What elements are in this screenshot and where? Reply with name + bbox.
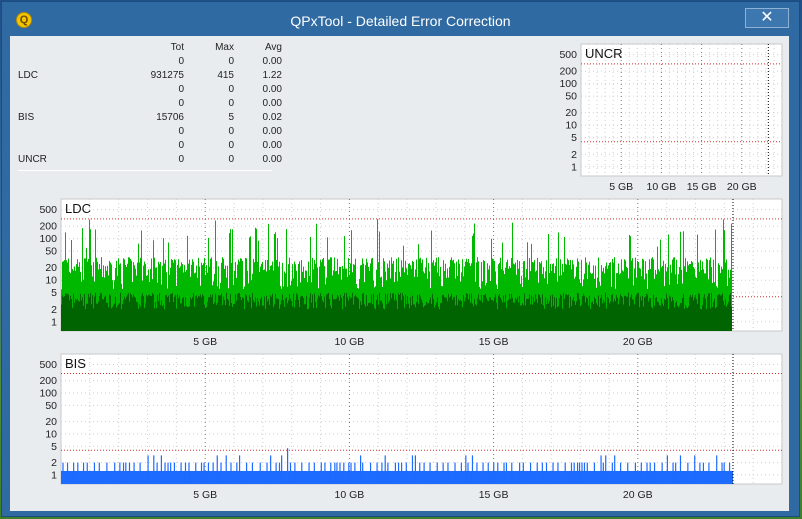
stats-row: 0 0 0.00 xyxy=(18,124,282,138)
chart-title: LDC xyxy=(65,201,91,216)
y-tick-label: 20 xyxy=(45,416,57,428)
x-tick-label: 15 GB xyxy=(479,489,509,501)
stats-max: 0 xyxy=(228,97,234,109)
x-tick-label: 10 GB xyxy=(647,181,677,193)
x-tick-label: 15 GB xyxy=(479,336,509,348)
y-tick-label: 5 xyxy=(51,287,57,299)
y-tick-label: 100 xyxy=(39,388,57,400)
y-tick-label: 500 xyxy=(559,49,577,61)
x-tick-label: 10 GB xyxy=(335,336,365,348)
y-tick-label: 100 xyxy=(39,233,57,245)
stats-avg: 0.02 xyxy=(262,111,282,123)
stats-label xyxy=(18,82,98,96)
stats-max: 0 xyxy=(228,83,234,95)
y-tick-label: 50 xyxy=(565,91,577,103)
stats-avg: 1.22 xyxy=(262,69,282,81)
y-tick-label: 500 xyxy=(39,204,57,216)
y-tick-label: 10 xyxy=(45,275,57,287)
stats-tot: 0 xyxy=(178,153,184,165)
x-tick-label: 20 GB xyxy=(727,181,757,193)
y-tick-label: 5 xyxy=(571,132,577,144)
x-tick-label: 20 GB xyxy=(623,336,653,348)
stats-avg: 0.00 xyxy=(262,83,282,95)
x-tick-label: 15 GB xyxy=(687,181,717,193)
stats-max: 0 xyxy=(228,139,234,151)
y-tick-label: 10 xyxy=(45,428,57,440)
y-tick-label: 20 xyxy=(565,107,577,119)
stats-max: 415 xyxy=(217,69,234,81)
y-tick-label: 200 xyxy=(559,66,577,78)
stats-avg: 0.00 xyxy=(262,97,282,109)
y-tick-label: 500 xyxy=(39,359,57,371)
chart-title: BIS xyxy=(65,356,86,371)
x-tick-label: 5 GB xyxy=(193,336,217,348)
stats-max: 0 xyxy=(228,153,234,165)
y-tick-label: 1 xyxy=(51,469,57,481)
stats-avg: 0.00 xyxy=(262,125,282,137)
stats-row: 0 0 0.00 xyxy=(18,138,282,152)
y-tick-label: 200 xyxy=(39,221,57,233)
title-bar[interactable]: Q QPxTool - Detailed Error Correction ✕ xyxy=(2,2,799,36)
stats-label xyxy=(18,96,98,110)
stats-header-max: Max xyxy=(215,41,234,53)
y-tick-label: 20 xyxy=(45,262,57,274)
chart-title: UNCR xyxy=(585,46,623,61)
y-tick-label: 50 xyxy=(45,246,57,258)
y-tick-label: 10 xyxy=(565,120,577,132)
ldc-chart: 5002001005020105215 GB 10 GB 15 GB 20 GBLDC xyxy=(39,198,783,348)
stats-tot: 15706 xyxy=(156,111,184,123)
stats-header-avg: Avg xyxy=(264,41,282,53)
bis-chart: 5002001005020105215 GB 10 GB 15 GB 20 GBBIS xyxy=(39,353,783,501)
stats-label xyxy=(18,124,98,138)
x-tick-label: 10 GB xyxy=(335,489,365,501)
stats-tot: 0 xyxy=(178,97,184,109)
uncr-chart: 5002001005020105215 GB 10 GB 15 GB 20 GBUNC… xyxy=(559,43,783,193)
y-tick-label: 100 xyxy=(559,78,577,90)
x-tick-label: 20 GB xyxy=(623,489,653,501)
stats-tot: 0 xyxy=(178,83,184,95)
stats-row: 0 0 0.00 xyxy=(18,54,282,68)
stats-row: LDC 931275 415 1.22 xyxy=(18,68,282,82)
y-tick-label: 1 xyxy=(51,316,57,328)
stats-label: LDC xyxy=(18,69,39,81)
y-tick-label: 2 xyxy=(571,149,577,161)
stats-row: 0 0 0.00 xyxy=(18,82,282,96)
stats-label: UNCR xyxy=(18,153,47,165)
client-area: Tot Max Avg 0 0 0.00 LDC 931275 415 1.22 0 0 0.… xyxy=(10,36,789,511)
close-button[interactable]: ✕ xyxy=(745,8,789,28)
stats-tot: 931275 xyxy=(150,69,184,81)
stats-row: 0 0 0.00 xyxy=(18,96,282,110)
stats-row: UNCR 0 0 0.00 xyxy=(18,152,282,166)
window-title: QPxTool - Detailed Error Correction xyxy=(290,13,511,29)
y-tick-label: 50 xyxy=(45,400,57,412)
stats-label: BIS xyxy=(18,111,35,123)
stats-avg: 0.00 xyxy=(262,153,282,165)
y-tick-label: 2 xyxy=(51,457,57,469)
stats-max: 5 xyxy=(228,111,234,123)
stats-tot: 0 xyxy=(178,55,184,67)
stats-max: 0 xyxy=(228,125,234,137)
stats-tot: 0 xyxy=(178,139,184,151)
stats-table: Tot Max Avg 0 0 0.00 LDC 931275 415 1.22 0 0 0.… xyxy=(18,40,282,166)
stats-header-label xyxy=(18,40,98,54)
app-window: Q QPxTool - Detailed Error Correction ✕ … xyxy=(1,1,800,517)
y-tick-label: 1 xyxy=(571,161,577,173)
stats-label xyxy=(18,138,98,152)
stats-header-tot: Tot xyxy=(170,41,184,53)
stats-header-row: Tot Max Avg xyxy=(18,40,282,54)
y-tick-label: 2 xyxy=(51,304,57,316)
stats-max: 0 xyxy=(228,55,234,67)
x-tick-label: 5 GB xyxy=(193,489,217,501)
y-tick-label: 5 xyxy=(51,441,57,453)
x-tick-label: 5 GB xyxy=(609,181,633,193)
stats-avg: 0.00 xyxy=(262,139,282,151)
stats-divider xyxy=(18,170,272,171)
y-tick-label: 200 xyxy=(39,375,57,387)
stats-row: BIS 15706 5 0.02 xyxy=(18,110,282,124)
stats-tot: 0 xyxy=(178,125,184,137)
stats-label xyxy=(18,54,98,68)
stats-avg: 0.00 xyxy=(262,55,282,67)
